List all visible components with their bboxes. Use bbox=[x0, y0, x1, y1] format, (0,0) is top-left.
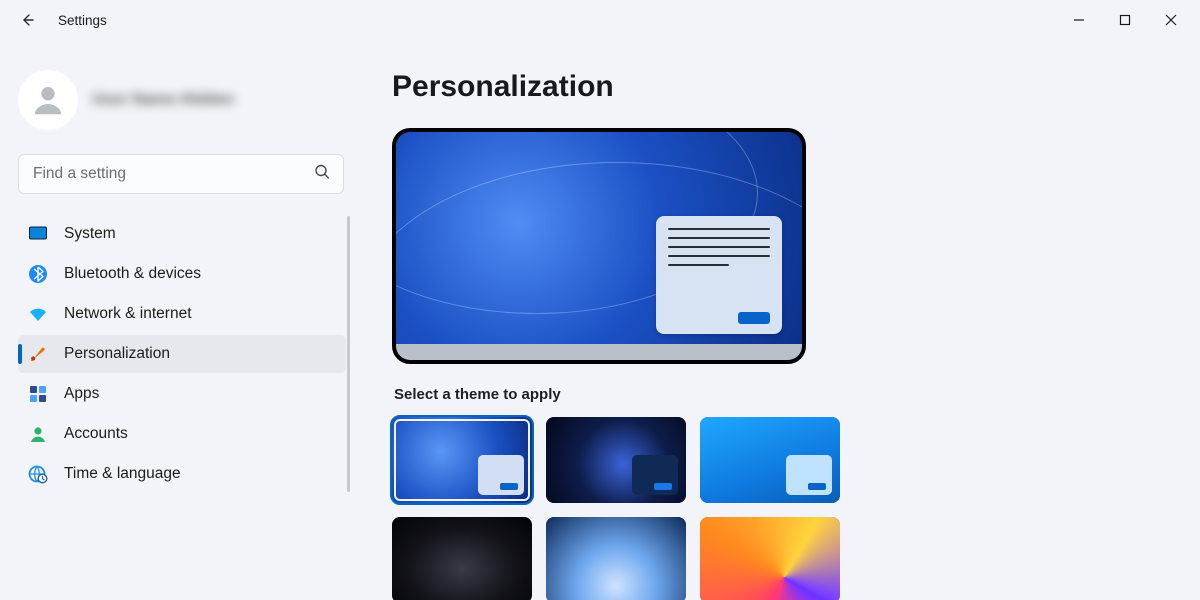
search-icon bbox=[314, 164, 330, 185]
titlebar: Settings bbox=[0, 0, 1200, 40]
theme-grid bbox=[392, 417, 862, 600]
preview-taskbar bbox=[396, 344, 802, 360]
app-title: Settings bbox=[58, 13, 107, 28]
desktop-preview bbox=[392, 128, 806, 364]
sidebar-item-label: Bluetooth & devices bbox=[64, 265, 201, 283]
apps-icon bbox=[28, 384, 48, 404]
bluetooth-icon bbox=[28, 264, 48, 284]
content-area: Personalization Select a theme to apply bbox=[360, 40, 1200, 600]
theme-section-label: Select a theme to apply bbox=[394, 386, 1200, 403]
paintbrush-icon bbox=[28, 344, 48, 364]
profile-block[interactable]: User Name Hidden bbox=[14, 66, 350, 152]
sidebar-item-label: Time & language bbox=[64, 465, 181, 483]
sidebar-item-label: System bbox=[64, 225, 116, 243]
theme-option[interactable] bbox=[700, 417, 840, 503]
globe-clock-icon bbox=[28, 464, 48, 484]
sidebar-item-accounts[interactable]: Accounts bbox=[18, 415, 346, 453]
search-field-wrap bbox=[18, 154, 344, 194]
minimize-button[interactable] bbox=[1056, 4, 1102, 36]
theme-option[interactable] bbox=[392, 517, 532, 600]
person-icon bbox=[28, 424, 48, 444]
profile-name: User Name Hidden bbox=[92, 91, 234, 109]
sidebar-nav: System Bluetooth & devices Network & int… bbox=[14, 214, 350, 494]
sidebar-item-system[interactable]: System bbox=[18, 215, 346, 253]
sidebar-item-label: Network & internet bbox=[64, 305, 192, 323]
wifi-icon bbox=[28, 304, 48, 324]
sidebar-item-label: Apps bbox=[64, 385, 99, 403]
window-controls bbox=[1056, 4, 1194, 36]
sidebar-scrollbar[interactable] bbox=[347, 216, 350, 492]
avatar bbox=[18, 70, 78, 130]
monitor-icon bbox=[28, 224, 48, 244]
theme-option[interactable] bbox=[392, 417, 532, 503]
theme-option[interactable] bbox=[700, 517, 840, 600]
theme-option[interactable] bbox=[546, 517, 686, 600]
search-input[interactable] bbox=[18, 154, 344, 194]
theme-option[interactable] bbox=[546, 417, 686, 503]
page-title: Personalization bbox=[392, 70, 1200, 104]
sidebar-item-personalization[interactable]: Personalization bbox=[18, 335, 346, 373]
close-button[interactable] bbox=[1148, 4, 1194, 36]
sidebar-item-network[interactable]: Network & internet bbox=[18, 295, 346, 333]
sidebar-item-label: Accounts bbox=[64, 425, 128, 443]
sidebar: User Name Hidden System Bluetooth & devi… bbox=[0, 40, 360, 600]
sidebar-item-label: Personalization bbox=[64, 345, 170, 363]
sidebar-item-apps[interactable]: Apps bbox=[18, 375, 346, 413]
sidebar-item-time-language[interactable]: Time & language bbox=[18, 455, 346, 493]
sidebar-item-bluetooth[interactable]: Bluetooth & devices bbox=[18, 255, 346, 293]
maximize-button[interactable] bbox=[1102, 4, 1148, 36]
back-button[interactable] bbox=[18, 11, 36, 29]
preview-sample-window bbox=[656, 216, 782, 334]
